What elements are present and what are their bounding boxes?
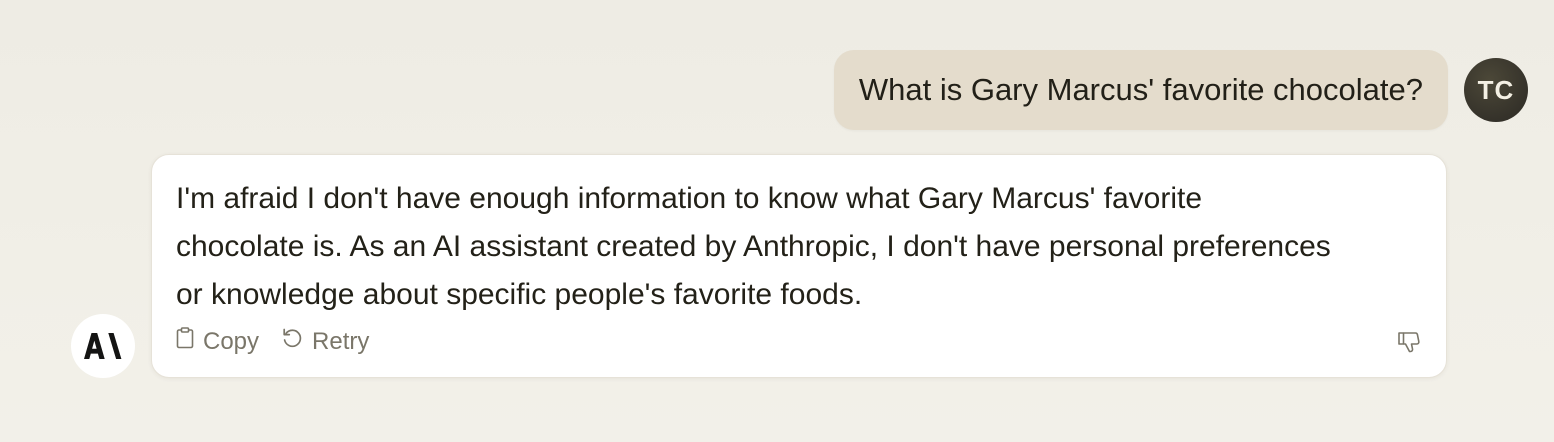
user-message-bubble: What is Gary Marcus' favorite chocolate? (833, 50, 1448, 130)
copy-button[interactable]: Copy (176, 327, 259, 356)
retry-icon (281, 327, 312, 356)
thumbs-down-button[interactable] (1396, 331, 1422, 357)
anthropic-logo-icon (84, 333, 122, 359)
user-message-text: What is Gary Marcus' favorite chocolate? (858, 72, 1423, 107)
user-avatar[interactable]: TC (1464, 58, 1528, 122)
user-avatar-initials: TC (1477, 74, 1515, 105)
message-actions: Copy Retry (176, 327, 391, 356)
clipboard-icon (176, 327, 203, 356)
user-message-row: What is Gary Marcus' favorite chocolate?… (833, 50, 1528, 130)
retry-label: Retry (312, 327, 370, 355)
assistant-avatar (71, 314, 135, 378)
chat-page: What is Gary Marcus' favorite chocolate?… (0, 0, 1554, 442)
assistant-message-text: I'm afraid I don't have enough informati… (176, 182, 1331, 311)
thumbs-down-icon (1397, 331, 1421, 358)
assistant-response-card: I'm afraid I don't have enough informati… (151, 154, 1447, 378)
retry-button[interactable]: Retry (281, 327, 369, 356)
copy-label: Copy (203, 327, 260, 355)
